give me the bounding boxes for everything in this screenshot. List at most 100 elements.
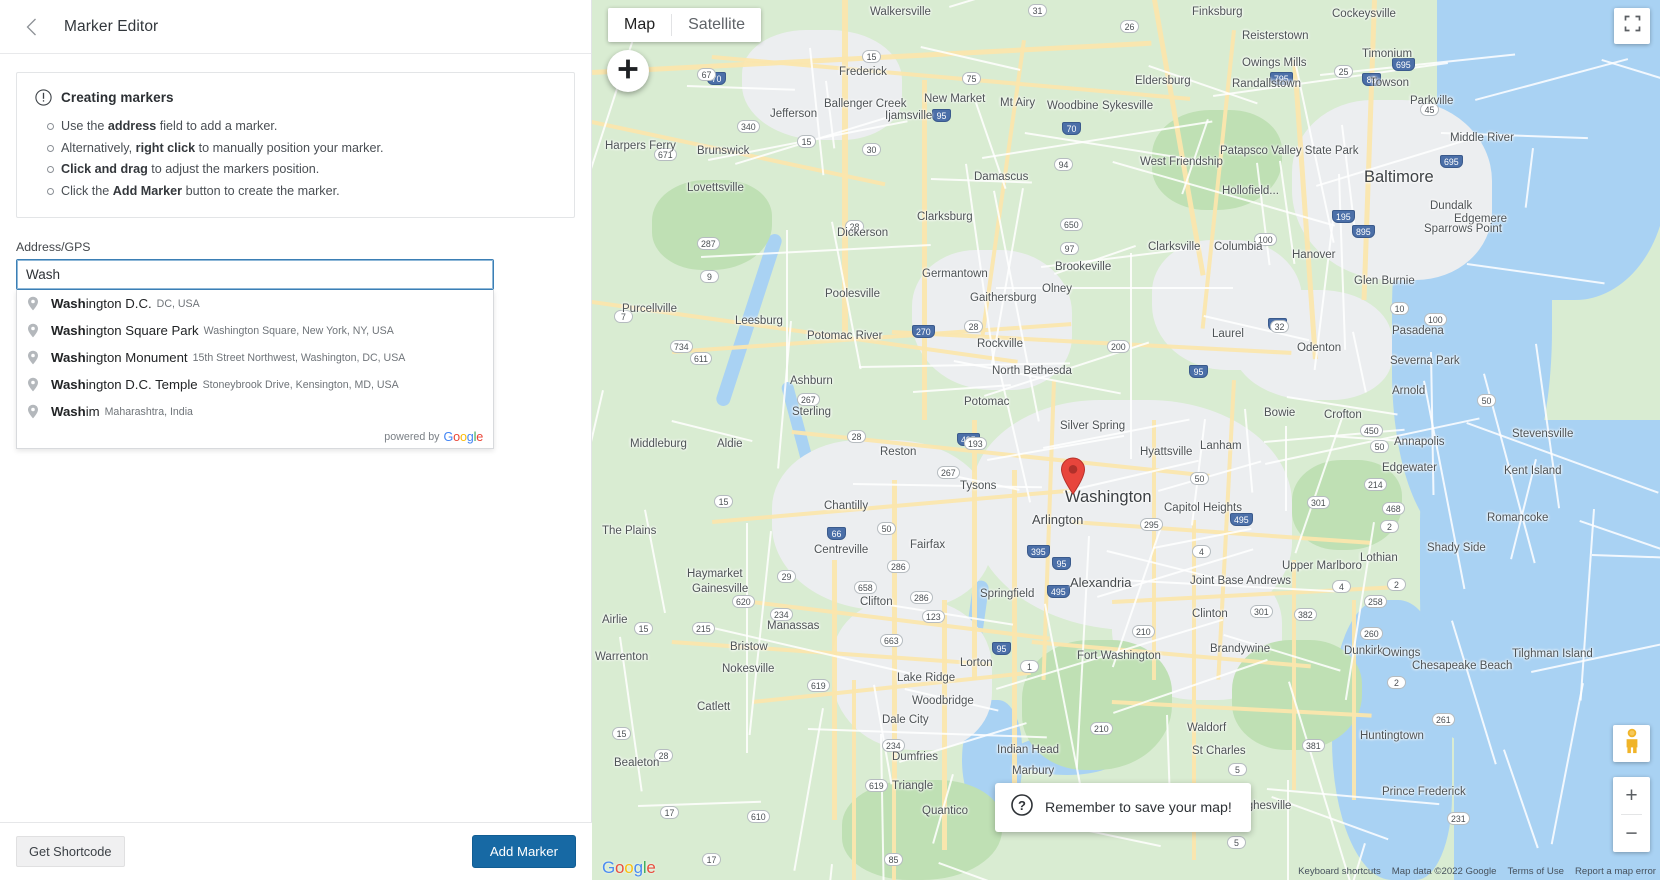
map-label: Owings Mills [1242, 57, 1307, 69]
route-shield: 9 [700, 270, 719, 283]
map-label: Stevensville [1512, 428, 1573, 440]
list-item: Use the address field to add a marker. [45, 118, 556, 135]
list-item[interactable]: Washington Square Park Washington Square… [17, 317, 493, 344]
map-label: Woodbridge [912, 695, 974, 707]
route-shield: 15 [612, 727, 631, 740]
fullscreen-button[interactable] [1614, 8, 1650, 44]
list-item[interactable]: Washington D.C. Temple Stoneybrook Drive… [17, 371, 493, 398]
route-shield: 67 [697, 68, 716, 81]
map-label: Upper Marlboro [1282, 560, 1362, 572]
route-shield: 395 [1027, 545, 1050, 558]
map-label: Chantilly [824, 500, 868, 512]
chevron-left-icon[interactable] [14, 10, 48, 44]
map-label: Lothian [1360, 552, 1398, 564]
map-label: Aldie [717, 438, 743, 450]
map-road [1287, 780, 1289, 880]
add-marker-fab[interactable] [607, 50, 649, 92]
route-shield: 468 [1382, 502, 1405, 515]
list-item: Alternatively, right click to manually p… [45, 140, 556, 157]
list-item[interactable]: Washington D.C. DC, USA [17, 290, 493, 317]
route-shield: 50 [1370, 440, 1389, 453]
route-shield: 10 [1390, 302, 1409, 315]
map-label: Lorton [960, 657, 993, 669]
map-label: Indian Head [997, 744, 1059, 756]
street-view-pegman-button[interactable] [1613, 725, 1650, 762]
route-shield: 32 [1270, 320, 1289, 333]
map-label: Clarksville [1148, 241, 1200, 253]
panel-header: Marker Editor [0, 0, 591, 54]
zoom-in-button[interactable]: + [1613, 777, 1650, 814]
map-label: Lovettsville [687, 182, 744, 194]
route-shield: 195 [1332, 210, 1355, 223]
map-label: Parkville [1410, 95, 1453, 107]
map-label: Marbury [1012, 765, 1054, 777]
marker-editor-panel: Marker Editor Creating markers Use the a… [0, 0, 592, 880]
map-pin-icon [27, 323, 39, 338]
route-shield: 95 [992, 642, 1011, 655]
terms-of-use-link[interactable]: Terms of Use [1507, 866, 1564, 877]
map-label: Capitol Heights [1164, 502, 1242, 514]
route-shield: 31 [1028, 4, 1047, 17]
route-shield: 2 [1387, 578, 1406, 591]
suggestion-main: Washington D.C. [51, 296, 152, 311]
route-shield: 50 [1477, 394, 1496, 407]
map-label: Arlington [1032, 512, 1083, 527]
red-map-pin[interactable] [1060, 457, 1086, 500]
route-shield: 200 [1107, 340, 1130, 353]
zoom-controls[interactable]: + − [1613, 777, 1650, 852]
question-circle-icon: ? [1011, 794, 1033, 821]
map-label: Crofton [1324, 409, 1362, 421]
route-shield: 97 [1060, 242, 1079, 255]
map-label: Warrenton [595, 651, 648, 663]
map-highway [1292, 560, 1296, 790]
list-item[interactable]: Washim Maharashtra, India [17, 398, 493, 425]
map-canvas[interactable]: 7027049595836956957951958959570669549539… [592, 0, 1660, 880]
route-shield: 15 [714, 495, 733, 508]
add-marker-button[interactable]: Add Marker [472, 835, 576, 868]
map-label: Clinton [1192, 608, 1228, 620]
list-item[interactable]: Washington Monument 15th Street Northwes… [17, 344, 493, 371]
route-shield: 50 [877, 522, 896, 535]
route-shield: 28 [847, 430, 866, 443]
tab-satellite[interactable]: Satellite [672, 8, 761, 42]
route-shield: 619 [865, 779, 888, 792]
notice-list: Use the address field to add a marker. A… [45, 118, 556, 199]
map-park [842, 780, 1002, 880]
notice-title: Creating markers [61, 90, 174, 105]
suggestion-sub: Maharashtra, India [105, 406, 193, 418]
marker-editor-screen: Marker Editor Creating markers Use the a… [0, 0, 1660, 880]
tab-map[interactable]: Map [608, 8, 671, 42]
map-label: Haymarket [687, 568, 743, 580]
map-label: Quantico [922, 805, 968, 817]
zoom-out-button[interactable]: − [1613, 815, 1650, 852]
list-item: Click and drag to adjust the markers pos… [45, 161, 556, 178]
map-label: Airlie [602, 614, 628, 626]
map-label: Poolesville [825, 288, 880, 300]
map-highway [1012, 470, 1017, 810]
report-map-error-link[interactable]: Report a map error [1575, 866, 1656, 877]
route-shield: 17 [660, 806, 679, 819]
map-label: Kent Island [1504, 465, 1562, 477]
route-shield: 287 [697, 237, 720, 250]
keyboard-shortcuts-link[interactable]: Keyboard shortcuts [1298, 866, 1381, 877]
map-viewport[interactable]: 7027049595836956957951958959570669549539… [592, 0, 1660, 880]
address-field-group: Address/GPS [16, 240, 575, 290]
map-label: Gainesville [692, 583, 748, 595]
route-shield: 663 [880, 634, 903, 647]
map-label: Glen Burnie [1354, 275, 1415, 287]
powered-by-label: powered by [384, 431, 439, 443]
route-shield: 5 [1228, 763, 1247, 776]
map-label: Dumfries [892, 751, 938, 763]
map-label: Centreville [814, 544, 868, 556]
google-logo: Google [444, 430, 483, 444]
map-label: Brunswick [697, 145, 749, 157]
search-input[interactable] [16, 259, 494, 290]
route-shield: 381 [1302, 739, 1325, 752]
suggestion-sub: Washington Square, New York, NY, USA [204, 325, 394, 337]
route-shield: 382 [1294, 608, 1317, 621]
map-label: Randallstown [1232, 78, 1301, 90]
route-shield: 301 [1250, 605, 1273, 618]
get-shortcode-button[interactable]: Get Shortcode [16, 836, 125, 867]
map-type-toggle[interactable]: Map Satellite [608, 8, 761, 42]
map-data-copyright: Map data ©2022 Google [1392, 866, 1497, 877]
